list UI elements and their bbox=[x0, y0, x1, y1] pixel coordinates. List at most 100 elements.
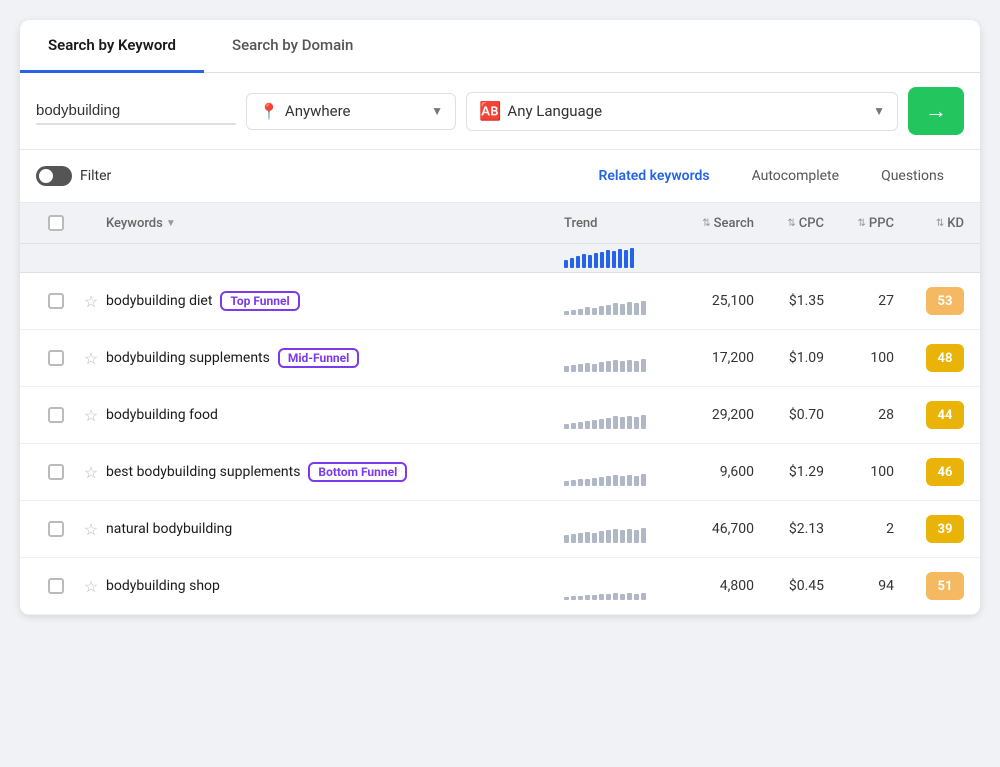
table-header: Keywords ▼ Trend ⇅ Search ⇅ CPC ⇅ PPC ⇅ … bbox=[20, 203, 980, 244]
table-row: ☆ bodybuilding diet Top Funnel 25,100 $1… bbox=[20, 273, 980, 330]
row-star[interactable]: ☆ bbox=[76, 520, 106, 539]
trend-bar bbox=[606, 530, 611, 543]
trend-bar bbox=[578, 364, 583, 372]
row-star[interactable]: ☆ bbox=[76, 292, 106, 311]
trend-bar bbox=[564, 424, 569, 429]
trend-bar bbox=[578, 309, 583, 315]
trend-bar bbox=[613, 360, 618, 372]
row-star[interactable]: ☆ bbox=[76, 463, 106, 482]
table-row: ☆ best bodybuilding supplements Bottom F… bbox=[20, 444, 980, 501]
search-volume: 17,200 bbox=[664, 350, 754, 366]
trend-bar bbox=[620, 530, 625, 543]
trend-bar bbox=[599, 419, 604, 429]
trend-header-bars bbox=[564, 248, 664, 268]
language-label: Any Language bbox=[507, 102, 602, 120]
cpc-value: $1.35 bbox=[754, 293, 824, 309]
ppc-value: 100 bbox=[824, 350, 894, 366]
keyword-cell: best bodybuilding supplements Bottom Fun… bbox=[106, 462, 564, 482]
row-checkbox[interactable] bbox=[48, 350, 64, 366]
col-keywords-label: Keywords bbox=[106, 216, 163, 231]
trend-bar bbox=[641, 415, 646, 429]
tab-autocomplete[interactable]: Autocomplete bbox=[732, 160, 860, 192]
language-icon: 🆎 bbox=[479, 101, 501, 122]
sort-arrow-keywords: ▼ bbox=[166, 218, 176, 229]
trend-bar bbox=[578, 422, 583, 429]
trend-bar bbox=[571, 534, 576, 543]
trend-bar bbox=[613, 416, 618, 429]
location-dropdown[interactable]: 📍 Anywhere ▼ bbox=[246, 93, 456, 130]
trend-bar-h bbox=[600, 252, 604, 268]
trend-bar bbox=[564, 481, 569, 486]
trend-bar bbox=[599, 477, 604, 486]
trend-bar-h bbox=[624, 250, 628, 268]
col-search-label: Search bbox=[714, 216, 754, 231]
trend-cell bbox=[564, 572, 664, 600]
location-label: Anywhere bbox=[285, 102, 351, 120]
col-trend: Trend bbox=[564, 216, 664, 231]
row-checkbox-cell[interactable] bbox=[36, 407, 76, 423]
row-checkbox-cell[interactable] bbox=[36, 464, 76, 480]
filter-row: Filter Related keywords Autocomplete Que… bbox=[20, 150, 980, 203]
keyword-input[interactable] bbox=[36, 98, 236, 125]
trend-bar bbox=[620, 594, 625, 600]
row-star[interactable]: ☆ bbox=[76, 577, 106, 596]
row-checkbox[interactable] bbox=[48, 407, 64, 423]
row-checkbox[interactable] bbox=[48, 293, 64, 309]
trend-bar bbox=[627, 529, 632, 543]
kd-cell: 46 bbox=[894, 458, 964, 486]
trend-bar bbox=[620, 417, 625, 429]
kd-cell: 39 bbox=[894, 515, 964, 543]
col-checkbox[interactable] bbox=[36, 215, 76, 231]
tab-search-by-domain[interactable]: Search by Domain bbox=[204, 20, 381, 73]
col-keywords[interactable]: Keywords ▼ bbox=[106, 216, 564, 231]
keyword-cell: natural bodybuilding bbox=[106, 521, 564, 537]
table-row: ☆ bodybuilding supplements Mid-Funnel 17… bbox=[20, 330, 980, 387]
kd-cell: 53 bbox=[894, 287, 964, 315]
row-star[interactable]: ☆ bbox=[76, 406, 106, 425]
trend-bar-h bbox=[576, 256, 580, 268]
ppc-value: 94 bbox=[824, 578, 894, 594]
trend-bar bbox=[634, 303, 639, 315]
row-star[interactable]: ☆ bbox=[76, 349, 106, 368]
row-checkbox-cell[interactable] bbox=[36, 293, 76, 309]
trend-cell bbox=[564, 344, 664, 372]
filter-toggle[interactable]: Filter bbox=[36, 166, 111, 186]
row-checkbox[interactable] bbox=[48, 578, 64, 594]
trend-bar bbox=[606, 418, 611, 429]
row-checkbox[interactable] bbox=[48, 464, 64, 480]
row-checkbox-cell[interactable] bbox=[36, 578, 76, 594]
trend-bar bbox=[613, 593, 618, 600]
trend-bar bbox=[571, 480, 576, 486]
sort-arrow-ppc: ⇅ bbox=[858, 218, 866, 229]
chevron-down-icon: ▼ bbox=[431, 104, 443, 118]
table-row: ☆ bodybuilding shop 4,800 $0.45 94 51 bbox=[20, 558, 980, 615]
trend-bar bbox=[627, 416, 632, 429]
kd-badge: 39 bbox=[926, 515, 964, 543]
trend-bar-h bbox=[594, 253, 598, 268]
col-kd[interactable]: ⇅ KD bbox=[894, 216, 964, 231]
trend-bar-h bbox=[588, 255, 592, 268]
search-button[interactable]: → bbox=[908, 87, 964, 135]
trend-bar bbox=[585, 307, 590, 315]
col-search[interactable]: ⇅ Search bbox=[664, 216, 754, 231]
row-checkbox[interactable] bbox=[48, 521, 64, 537]
keyword-text: bodybuilding shop bbox=[106, 578, 220, 594]
col-ppc-label: PPC bbox=[869, 216, 894, 231]
col-kd-label: KD bbox=[947, 216, 964, 231]
tab-related-keywords[interactable]: Related keywords bbox=[578, 160, 729, 192]
trend-bar bbox=[592, 478, 597, 486]
search-bar: 📍 Anywhere ▼ 🆎 Any Language ▼ → bbox=[20, 73, 980, 150]
cpc-value: $0.45 bbox=[754, 578, 824, 594]
toggle-track[interactable] bbox=[36, 166, 72, 186]
col-cpc[interactable]: ⇅ CPC bbox=[754, 216, 824, 231]
row-checkbox-cell[interactable] bbox=[36, 350, 76, 366]
tab-search-by-keyword[interactable]: Search by Keyword bbox=[20, 20, 204, 73]
trend-bar bbox=[634, 417, 639, 429]
header-checkbox[interactable] bbox=[48, 215, 64, 231]
table-area: Keywords ▼ Trend ⇅ Search ⇅ CPC ⇅ PPC ⇅ … bbox=[20, 203, 980, 615]
language-dropdown[interactable]: 🆎 Any Language ▼ bbox=[466, 92, 898, 131]
tab-questions[interactable]: Questions bbox=[861, 160, 964, 192]
col-ppc[interactable]: ⇅ PPC bbox=[824, 216, 894, 231]
pin-icon: 📍 bbox=[259, 102, 279, 121]
row-checkbox-cell[interactable] bbox=[36, 521, 76, 537]
